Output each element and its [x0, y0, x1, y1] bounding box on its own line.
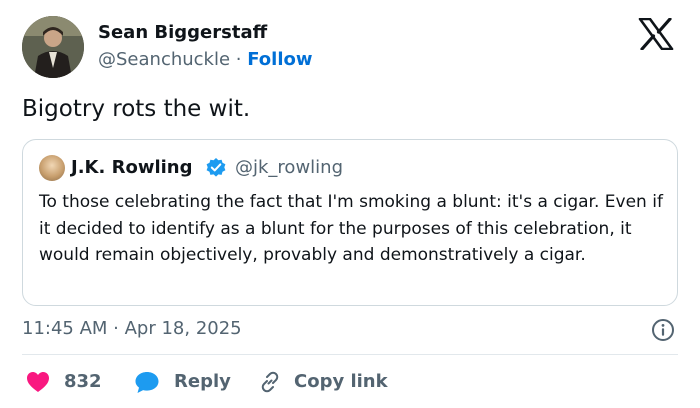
tweet-card: Sean Biggerstaff @Seanchuckle · Follow B… — [0, 0, 700, 408]
copy-link-label: Copy link — [294, 371, 388, 392]
quoted-author-handle[interactable]: @jk_rowling — [235, 156, 343, 180]
copy-link-button[interactable]: Copy link — [258, 368, 388, 396]
quoted-tweet-text: To those celebrating the fact that I'm s… — [39, 192, 663, 265]
author-name[interactable]: Sean Biggerstaff — [98, 21, 267, 45]
link-icon — [261, 371, 279, 393]
quoted-author-name[interactable]: J.K. Rowling — [71, 156, 192, 180]
like-count: 832 — [64, 371, 102, 392]
follow-button[interactable]: Follow — [247, 49, 312, 70]
reply-bubble-icon — [135, 372, 159, 393]
tweet-timestamp[interactable]: 11:45 AM · Apr 18, 2025 — [22, 317, 242, 341]
x-logo-icon[interactable] — [638, 18, 674, 50]
author-handle[interactable]: @Seanchuckle — [98, 49, 230, 70]
reply-label: Reply — [174, 371, 231, 392]
reply-button[interactable]: Reply — [134, 368, 231, 396]
quoted-author-avatar[interactable] — [39, 155, 65, 181]
heart-icon — [27, 372, 49, 392]
quoted-tweet[interactable]: J.K. Rowling @jk_rowling To those celebr… — [22, 139, 678, 306]
verified-badge-icon — [206, 158, 226, 177]
like-button[interactable]: 832 — [26, 368, 102, 396]
tweet-text: Bigotry rots the wit. — [22, 96, 251, 122]
handle-separator: · — [230, 49, 248, 70]
author-avatar[interactable] — [22, 16, 84, 78]
divider — [22, 354, 678, 355]
info-icon[interactable] — [651, 318, 675, 342]
author-handle-line: @Seanchuckle · Follow — [98, 48, 313, 72]
